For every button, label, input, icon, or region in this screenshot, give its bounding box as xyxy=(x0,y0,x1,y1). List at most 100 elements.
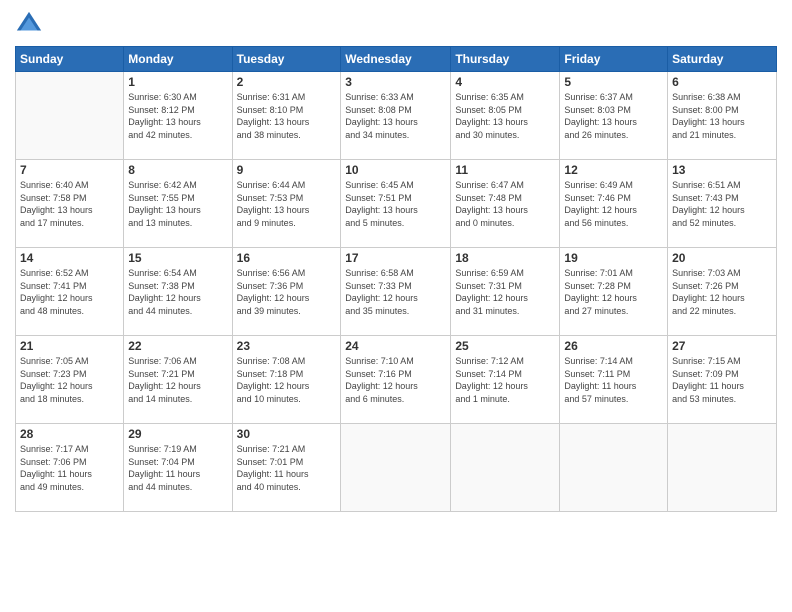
day-info: Sunrise: 6:52 AM Sunset: 7:41 PM Dayligh… xyxy=(20,267,119,317)
calendar-cell: 16 Sunrise: 6:56 AM Sunset: 7:36 PM Dayli… xyxy=(232,248,341,336)
day-number: 12 xyxy=(564,163,663,177)
calendar-cell: 2Sunrise: 6:31 AM Sunset: 8:10 PM Daylig… xyxy=(232,72,341,160)
day-info: Sunrise: 7:03 AM Sunset: 7:26 PM Dayligh… xyxy=(672,267,772,317)
logo xyxy=(15,10,47,38)
calendar-cell: 10 Sunrise: 6:45 AM Sunset: 7:51 PM Dayli… xyxy=(341,160,451,248)
calendar-cell xyxy=(668,424,777,512)
day-number: 25 xyxy=(455,339,555,353)
day-number: 4 xyxy=(455,75,555,89)
day-info: Sunrise: 7:17 AM Sunset: 7:06 PM Dayligh… xyxy=(20,443,119,493)
calendar-cell: 12 Sunrise: 6:49 AM Sunset: 7:46 PM Dayli… xyxy=(560,160,668,248)
day-number: 18 xyxy=(455,251,555,265)
day-info: Sunrise: 7:21 AM Sunset: 7:01 PM Dayligh… xyxy=(237,443,337,493)
calendar-cell xyxy=(341,424,451,512)
calendar-cell: 19 Sunrise: 7:01 AM Sunset: 7:28 PM Dayli… xyxy=(560,248,668,336)
day-info: Sunrise: 7:01 AM Sunset: 7:28 PM Dayligh… xyxy=(564,267,663,317)
calendar-cell: 22 Sunrise: 7:06 AM Sunset: 7:21 PM Dayli… xyxy=(124,336,232,424)
day-number: 26 xyxy=(564,339,663,353)
day-number: 2 xyxy=(237,75,337,89)
day-info: Sunrise: 7:12 AM Sunset: 7:14 PM Dayligh… xyxy=(455,355,555,405)
calendar-cell: 7 Sunrise: 6:40 AM Sunset: 7:58 PM Daylig… xyxy=(16,160,124,248)
day-number: 8 xyxy=(128,163,227,177)
day-info: Sunrise: 7:14 AM Sunset: 7:11 PM Dayligh… xyxy=(564,355,663,405)
day-number: 16 xyxy=(237,251,337,265)
day-info: Sunrise: 6:54 AM Sunset: 7:38 PM Dayligh… xyxy=(128,267,227,317)
day-number: 6 xyxy=(672,75,772,89)
page: SundayMondayTuesdayWednesdayThursdayFrid… xyxy=(0,0,792,612)
calendar-header-row: SundayMondayTuesdayWednesdayThursdayFrid… xyxy=(16,47,777,72)
calendar-cell: 18 Sunrise: 6:59 AM Sunset: 7:31 PM Dayli… xyxy=(451,248,560,336)
day-info: Sunrise: 6:45 AM Sunset: 7:51 PM Dayligh… xyxy=(345,179,446,229)
day-info: Sunrise: 6:49 AM Sunset: 7:46 PM Dayligh… xyxy=(564,179,663,229)
calendar-cell xyxy=(16,72,124,160)
calendar-cell: 9Sunrise: 6:44 AM Sunset: 7:53 PM Daylig… xyxy=(232,160,341,248)
calendar-week-row: 7 Sunrise: 6:40 AM Sunset: 7:58 PM Daylig… xyxy=(16,160,777,248)
header xyxy=(15,10,777,38)
calendar-cell: 3Sunrise: 6:33 AM Sunset: 8:08 PM Daylig… xyxy=(341,72,451,160)
day-info: Sunrise: 6:33 AM Sunset: 8:08 PM Dayligh… xyxy=(345,91,446,141)
day-number: 15 xyxy=(128,251,227,265)
weekday-header: Tuesday xyxy=(232,47,341,72)
day-number: 21 xyxy=(20,339,119,353)
day-info: Sunrise: 6:56 AM Sunset: 7:36 PM Dayligh… xyxy=(237,267,337,317)
calendar-cell: 4 Sunrise: 6:35 AM Sunset: 8:05 PM Daylig… xyxy=(451,72,560,160)
calendar-cell: 28 Sunrise: 7:17 AM Sunset: 7:06 PM Dayli… xyxy=(16,424,124,512)
day-number: 20 xyxy=(672,251,772,265)
weekday-header: Thursday xyxy=(451,47,560,72)
calendar-cell xyxy=(451,424,560,512)
calendar-cell: 23 Sunrise: 7:08 AM Sunset: 7:18 PM Dayli… xyxy=(232,336,341,424)
day-info: Sunrise: 7:05 AM Sunset: 7:23 PM Dayligh… xyxy=(20,355,119,405)
day-number: 23 xyxy=(237,339,337,353)
day-number: 30 xyxy=(237,427,337,441)
day-info: Sunrise: 6:37 AM Sunset: 8:03 PM Dayligh… xyxy=(564,91,663,141)
day-number: 28 xyxy=(20,427,119,441)
day-number: 13 xyxy=(672,163,772,177)
day-info: Sunrise: 7:10 AM Sunset: 7:16 PM Dayligh… xyxy=(345,355,446,405)
logo-icon xyxy=(15,10,43,38)
calendar-week-row: 28 Sunrise: 7:17 AM Sunset: 7:06 PM Dayli… xyxy=(16,424,777,512)
calendar-cell: 26 Sunrise: 7:14 AM Sunset: 7:11 PM Dayli… xyxy=(560,336,668,424)
calendar-cell: 30 Sunrise: 7:21 AM Sunset: 7:01 PM Dayli… xyxy=(232,424,341,512)
day-number: 22 xyxy=(128,339,227,353)
calendar-cell: 6 Sunrise: 6:38 AM Sunset: 8:00 PM Daylig… xyxy=(668,72,777,160)
day-info: Sunrise: 7:06 AM Sunset: 7:21 PM Dayligh… xyxy=(128,355,227,405)
day-info: Sunrise: 6:40 AM Sunset: 7:58 PM Dayligh… xyxy=(20,179,119,229)
calendar-cell: 27Sunrise: 7:15 AM Sunset: 7:09 PM Dayli… xyxy=(668,336,777,424)
day-number: 24 xyxy=(345,339,446,353)
day-number: 19 xyxy=(564,251,663,265)
weekday-header: Saturday xyxy=(668,47,777,72)
day-info: Sunrise: 6:42 AM Sunset: 7:55 PM Dayligh… xyxy=(128,179,227,229)
calendar-cell: 20 Sunrise: 7:03 AM Sunset: 7:26 PM Dayli… xyxy=(668,248,777,336)
day-number: 29 xyxy=(128,427,227,441)
calendar-cell xyxy=(560,424,668,512)
calendar-cell: 14 Sunrise: 6:52 AM Sunset: 7:41 PM Dayli… xyxy=(16,248,124,336)
calendar-week-row: 1Sunrise: 6:30 AM Sunset: 8:12 PM Daylig… xyxy=(16,72,777,160)
calendar-cell: 5Sunrise: 6:37 AM Sunset: 8:03 PM Daylig… xyxy=(560,72,668,160)
day-info: Sunrise: 6:47 AM Sunset: 7:48 PM Dayligh… xyxy=(455,179,555,229)
day-info: Sunrise: 6:58 AM Sunset: 7:33 PM Dayligh… xyxy=(345,267,446,317)
day-info: Sunrise: 7:15 AM Sunset: 7:09 PM Dayligh… xyxy=(672,355,772,405)
calendar-cell: 25 Sunrise: 7:12 AM Sunset: 7:14 PM Dayli… xyxy=(451,336,560,424)
day-number: 10 xyxy=(345,163,446,177)
day-number: 11 xyxy=(455,163,555,177)
weekday-header: Sunday xyxy=(16,47,124,72)
calendar-week-row: 21 Sunrise: 7:05 AM Sunset: 7:23 PM Dayli… xyxy=(16,336,777,424)
weekday-header: Friday xyxy=(560,47,668,72)
day-info: Sunrise: 6:30 AM Sunset: 8:12 PM Dayligh… xyxy=(128,91,227,141)
calendar-cell: 8 Sunrise: 6:42 AM Sunset: 7:55 PM Daylig… xyxy=(124,160,232,248)
calendar: SundayMondayTuesdayWednesdayThursdayFrid… xyxy=(15,46,777,512)
calendar-cell: 13Sunrise: 6:51 AM Sunset: 7:43 PM Dayli… xyxy=(668,160,777,248)
calendar-cell: 24 Sunrise: 7:10 AM Sunset: 7:16 PM Dayli… xyxy=(341,336,451,424)
calendar-cell: 21 Sunrise: 7:05 AM Sunset: 7:23 PM Dayli… xyxy=(16,336,124,424)
weekday-header: Monday xyxy=(124,47,232,72)
day-number: 7 xyxy=(20,163,119,177)
day-info: Sunrise: 6:35 AM Sunset: 8:05 PM Dayligh… xyxy=(455,91,555,141)
day-info: Sunrise: 6:59 AM Sunset: 7:31 PM Dayligh… xyxy=(455,267,555,317)
day-number: 9 xyxy=(237,163,337,177)
calendar-cell: 15 Sunrise: 6:54 AM Sunset: 7:38 PM Dayli… xyxy=(124,248,232,336)
day-number: 14 xyxy=(20,251,119,265)
day-info: Sunrise: 7:08 AM Sunset: 7:18 PM Dayligh… xyxy=(237,355,337,405)
calendar-cell: 11 Sunrise: 6:47 AM Sunset: 7:48 PM Dayli… xyxy=(451,160,560,248)
calendar-week-row: 14 Sunrise: 6:52 AM Sunset: 7:41 PM Dayli… xyxy=(16,248,777,336)
day-info: Sunrise: 6:38 AM Sunset: 8:00 PM Dayligh… xyxy=(672,91,772,141)
